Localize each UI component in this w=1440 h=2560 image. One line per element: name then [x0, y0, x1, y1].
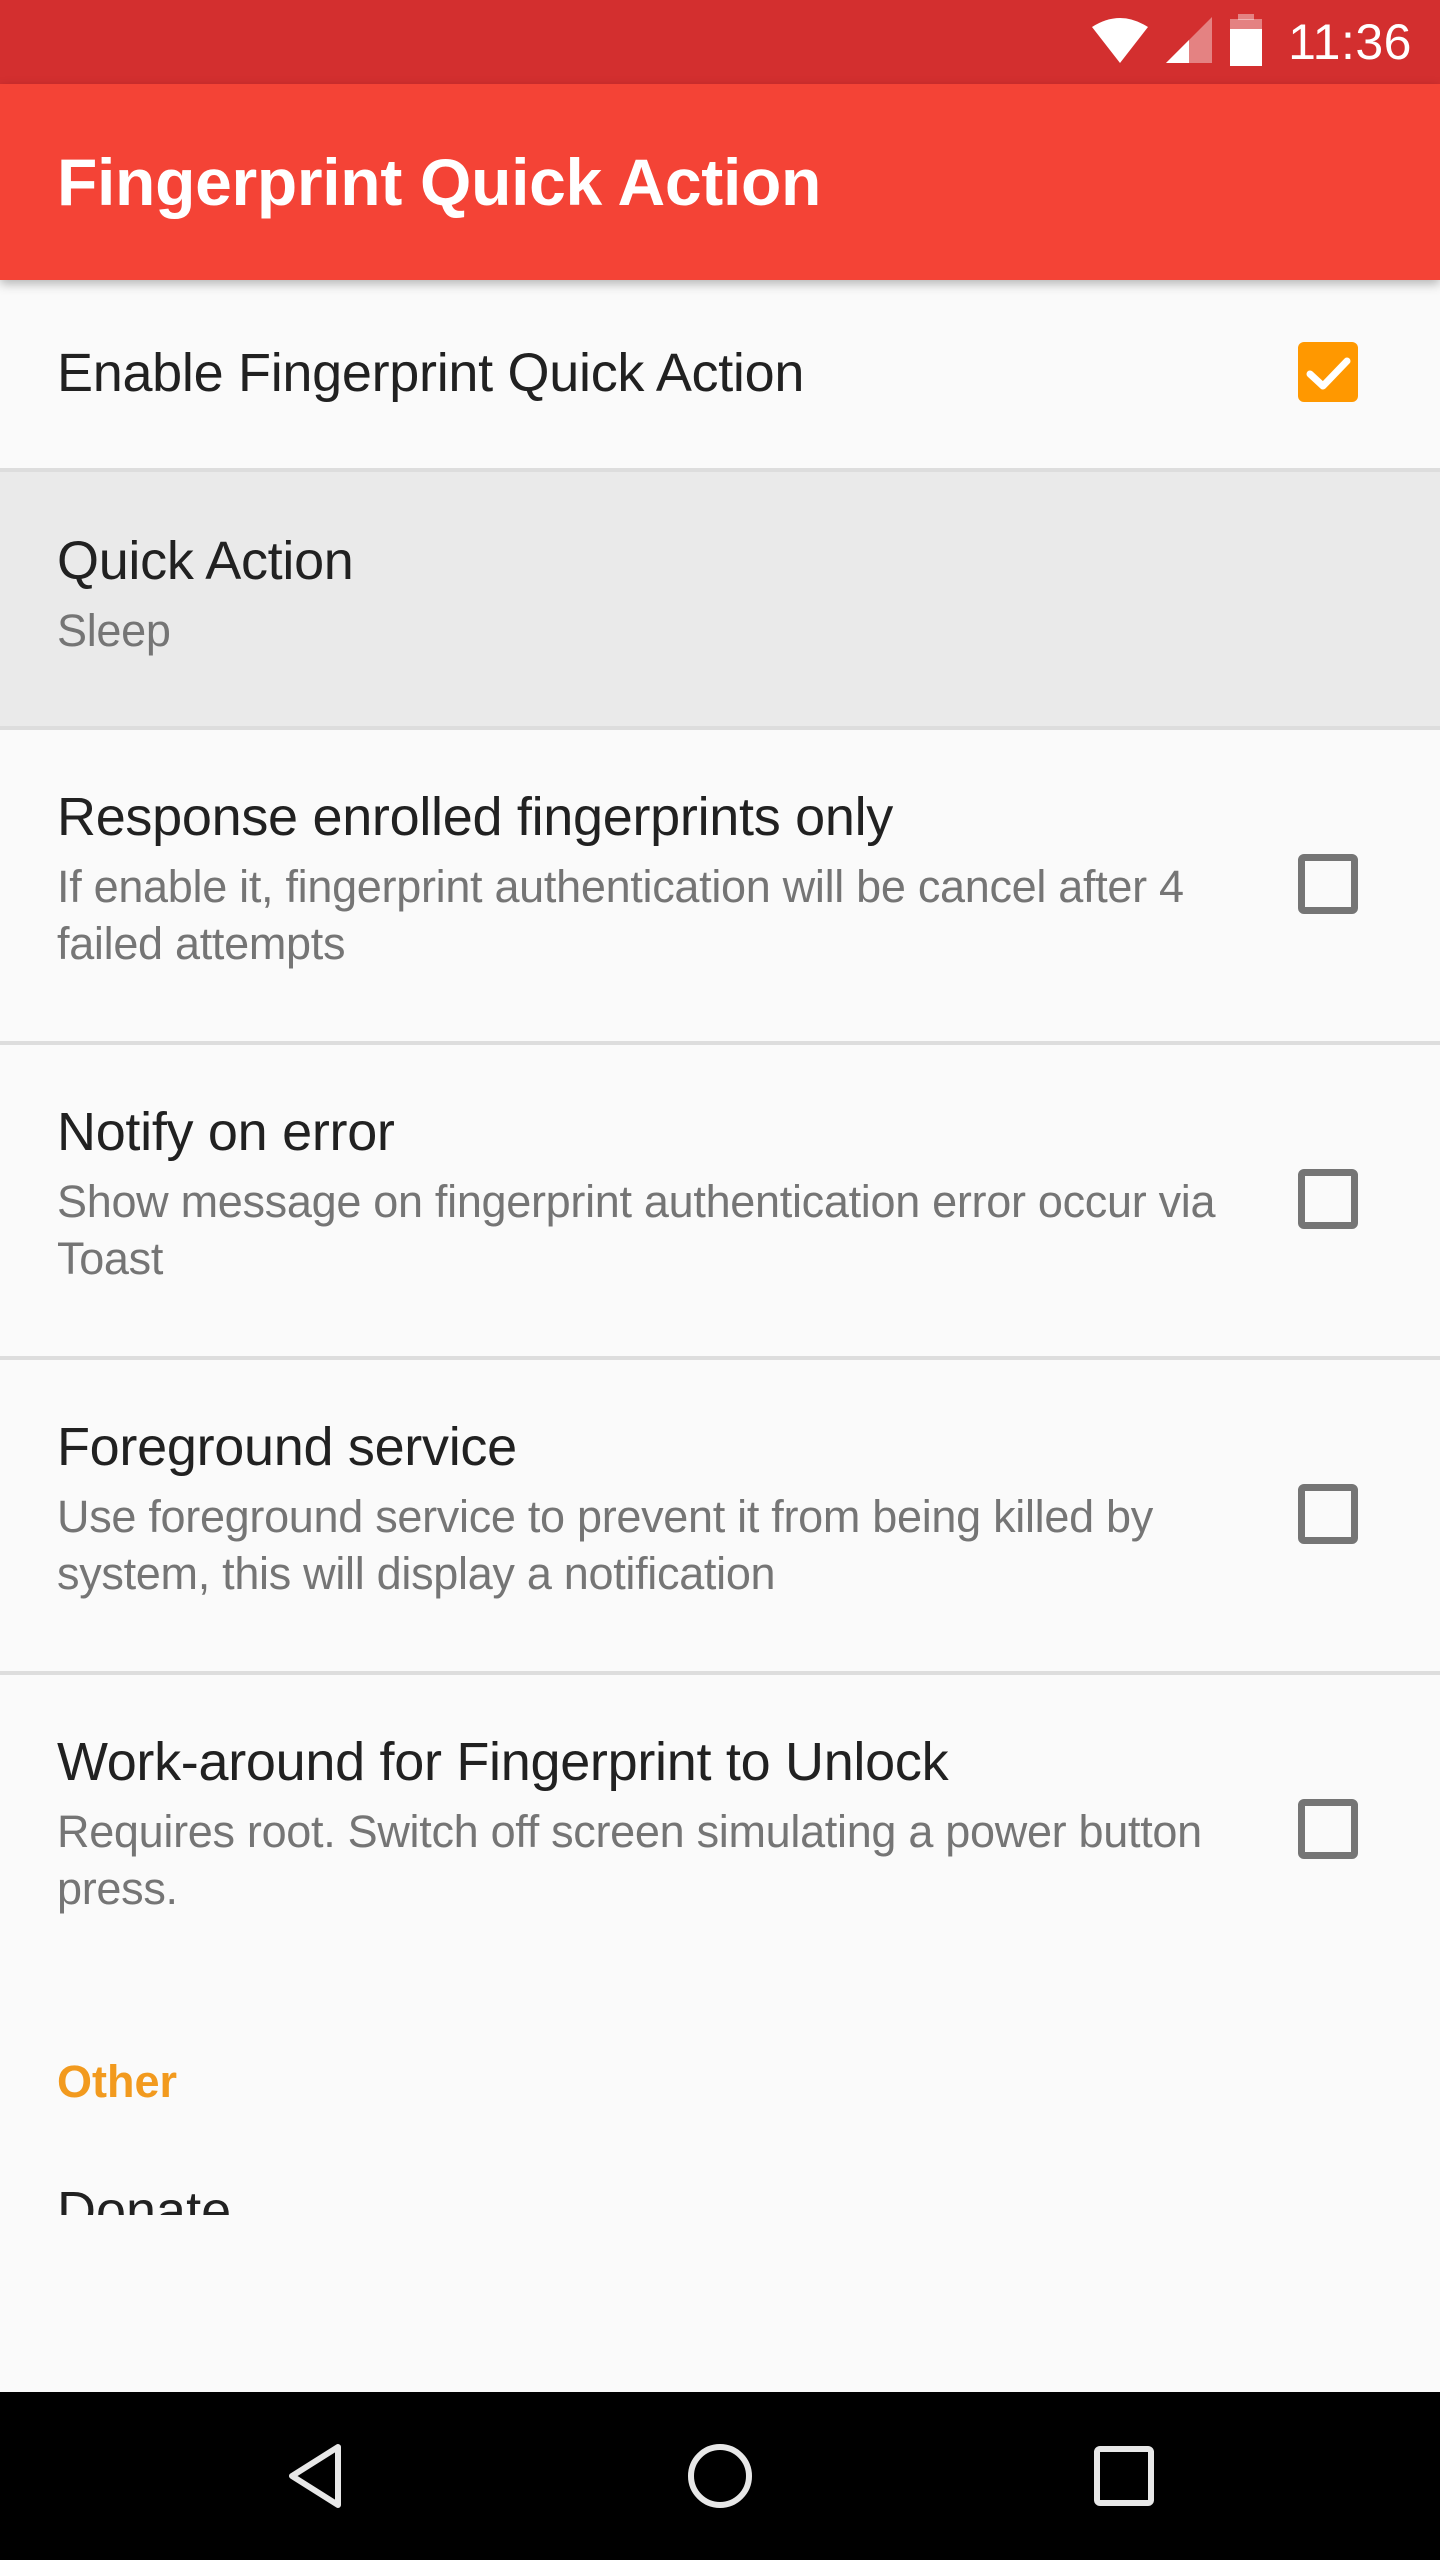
wifi-icon [1090, 15, 1150, 70]
battery-icon [1228, 13, 1264, 71]
pref-summary: If enable it, fingerprint authentication… [57, 861, 1184, 969]
back-button[interactable] [236, 2392, 396, 2560]
check-icon [1306, 357, 1351, 390]
preferences-list[interactable]: Enable Fingerprint Quick Action Quick Ac… [0, 280, 1440, 2215]
pref-summary: Sleep [57, 605, 171, 656]
pref-title: Notify on error [57, 1102, 395, 1162]
enrolled-only-checkbox[interactable] [1298, 854, 1358, 914]
foreground-service-checkbox[interactable] [1298, 1484, 1358, 1544]
pref-unlock-workaround[interactable]: Work-around for Fingerprint to Unlock Re… [0, 1675, 1440, 1990]
pref-title: Foreground service [57, 1417, 517, 1477]
recents-icon [1094, 2446, 1154, 2506]
pref-summary: Requires root. Switch off screen simulat… [57, 1806, 1202, 1914]
category-other: Other [57, 2056, 178, 2107]
enable-quick-action-checkbox[interactable] [1298, 342, 1358, 402]
status-icons: 11:36 [1090, 0, 1412, 84]
status-bar: 11:36 [0, 0, 1440, 84]
cell-signal-icon [1164, 15, 1214, 70]
pref-foreground-service[interactable]: Foreground service Use foreground servic… [0, 1360, 1440, 1675]
app-bar: Fingerprint Quick Action [0, 84, 1440, 280]
pref-enrolled-only[interactable]: Response enrolled fingerprints only If e… [0, 730, 1440, 1045]
pref-title: Enable Fingerprint Quick Action [57, 343, 805, 403]
back-icon [289, 2444, 341, 2508]
pref-quick-action[interactable]: Quick Action Sleep [0, 472, 1440, 730]
unlock-workaround-checkbox[interactable] [1298, 1799, 1358, 1859]
pref-summary: Show message on fingerprint authenticati… [57, 1176, 1216, 1284]
home-icon [688, 2444, 752, 2508]
pref-title: Response enrolled fingerprints only [57, 787, 893, 847]
status-time: 11:36 [1288, 14, 1412, 70]
app-title: Fingerprint Quick Action [57, 145, 822, 219]
pref-donate[interactable]: Donate [57, 2180, 231, 2215]
recents-button[interactable] [1044, 2392, 1204, 2560]
pref-notify-on-error[interactable]: Notify on error Show message on fingerpr… [0, 1045, 1440, 1360]
pref-enable-quick-action[interactable]: Enable Fingerprint Quick Action [0, 280, 1440, 472]
pref-title: Quick Action [57, 531, 354, 591]
pref-title: Work-around for Fingerprint to Unlock [57, 1732, 949, 1792]
pref-summary: Use foreground service to prevent it fro… [57, 1491, 1153, 1599]
navigation-bar [0, 2392, 1440, 2560]
home-button[interactable] [640, 2392, 800, 2560]
notify-on-error-checkbox[interactable] [1298, 1169, 1358, 1229]
